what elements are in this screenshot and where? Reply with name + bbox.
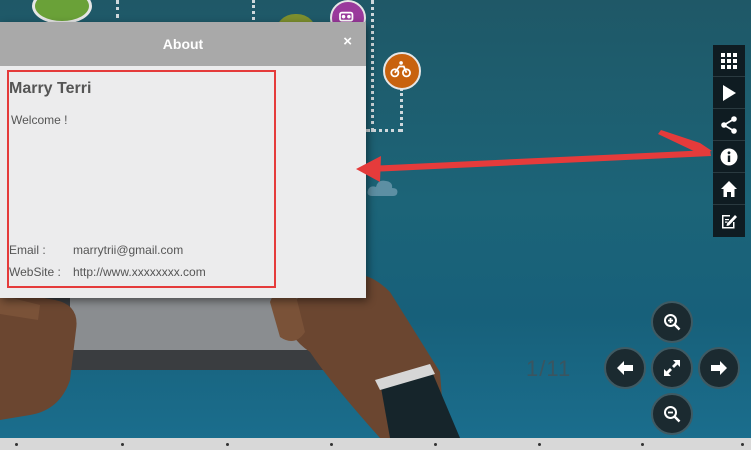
fit-screen-icon [664, 360, 680, 376]
website-row: WebSite : http://www.xxxxxxxx.com [9, 265, 206, 279]
share-icon [721, 115, 737, 134]
cloud-icon [367, 180, 398, 196]
dialog-title: About [162, 36, 204, 52]
track-marker [641, 443, 644, 446]
zoom-out-button[interactable] [651, 393, 693, 435]
dotted-connector [116, 0, 119, 18]
play-icon [723, 84, 736, 101]
track-marker [15, 443, 18, 446]
dotted-connector [366, 129, 402, 132]
track-marker [226, 443, 229, 446]
grid-icon [721, 52, 737, 69]
track-marker [330, 443, 333, 446]
email-value[interactable]: marrytrii@gmail.com [73, 243, 183, 257]
zoom-out-icon [664, 406, 681, 423]
dialog-header: About × [0, 22, 366, 66]
about-dialog: About × Marry Terri Welcome ! Email : mar… [0, 22, 366, 298]
next-button[interactable] [698, 347, 740, 389]
author-name: Marry Terri [9, 80, 92, 97]
left-hand-illustration [0, 290, 77, 420]
welcome-text: Welcome ! [11, 113, 68, 127]
track-marker [741, 443, 744, 446]
play-button[interactable] [713, 77, 745, 109]
zoom-in-button[interactable] [651, 301, 693, 343]
email-label: Email : [9, 243, 46, 257]
dotted-connector [252, 0, 255, 20]
close-button[interactable]: × [343, 34, 352, 50]
email-row: Email : marrytrii@gmail.com [9, 243, 183, 257]
share-button[interactable] [713, 109, 745, 141]
info-button[interactable] [713, 141, 745, 173]
presentation-canvas: About × Marry Terri Welcome ! Email : mar… [0, 0, 751, 450]
website-link[interactable]: http://www.xxxxxxxx.com [73, 265, 206, 279]
arrow-right-icon [711, 361, 727, 375]
page-counter: 1/11 [526, 356, 572, 381]
track-marker [434, 443, 437, 446]
zoom-in-icon [664, 314, 681, 331]
info-icon [720, 148, 738, 165]
dotted-connector [400, 88, 403, 132]
dotted-connector [371, 0, 374, 132]
motorbike-icon [383, 52, 421, 90]
edit-button[interactable] [713, 205, 745, 237]
website-label: WebSite : [9, 265, 61, 279]
progress-track[interactable] [0, 438, 751, 450]
thumbnails-button[interactable] [713, 45, 745, 77]
fit-screen-button[interactable] [651, 347, 693, 389]
home-icon [721, 180, 737, 197]
car-icon [32, 0, 92, 24]
edit-icon [722, 215, 737, 229]
track-marker [538, 443, 541, 446]
arrow-left-icon [617, 361, 633, 375]
previous-button[interactable] [604, 347, 646, 389]
home-button[interactable] [713, 173, 745, 205]
side-toolbar [713, 45, 745, 237]
track-marker [121, 443, 124, 446]
